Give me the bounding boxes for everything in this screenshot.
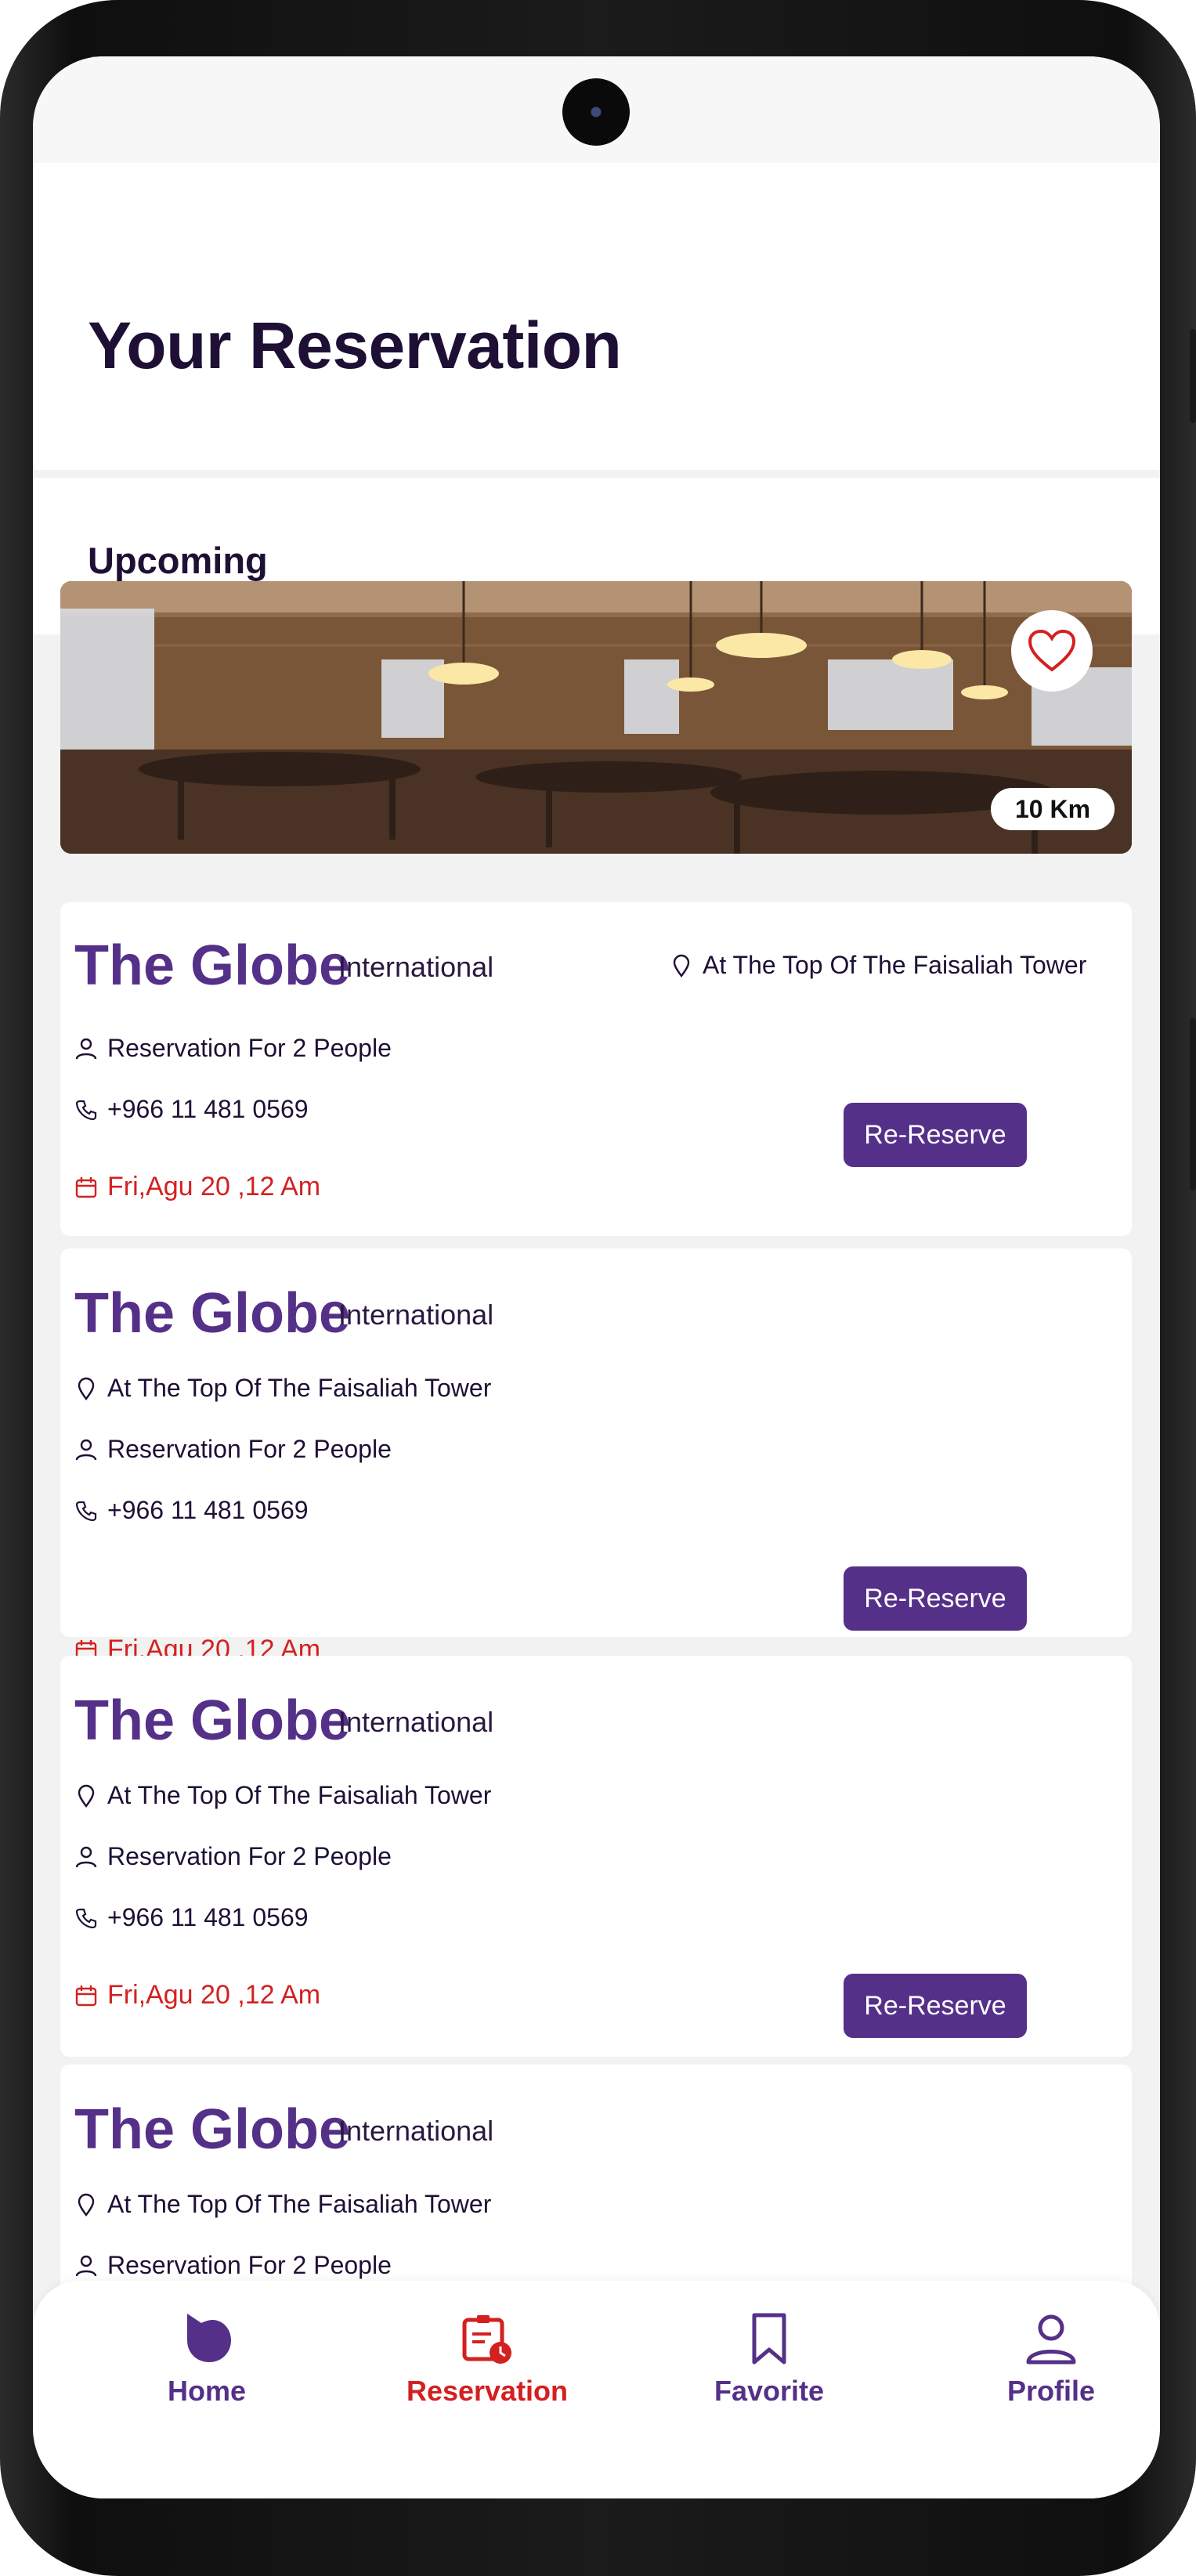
phone-text[interactable]: +966 11 481 0569 [107, 1095, 309, 1124]
bottom-navigation: Home Reservation Favorite Profile [33, 2281, 1160, 2498]
reservation-card[interactable]: The Globe International At The Top Of Th… [60, 1656, 1132, 2057]
people-text: Reservation For 2 People [107, 2251, 392, 2279]
calendar-icon [74, 1176, 98, 1199]
phone-icon [74, 1499, 98, 1523]
re-reserve-button[interactable]: Re-Reserve [844, 1103, 1027, 1167]
phone-icon [74, 1098, 98, 1122]
location-row: At The Top Of The Faisaliah Tower [74, 2190, 491, 2219]
date-row: Fri,Agu 20 ,12 Am [74, 1980, 320, 2011]
phone-text[interactable]: +966 11 481 0569 [107, 1496, 309, 1525]
cuisine-label: International [338, 2115, 494, 2147]
person-icon [74, 1438, 98, 1461]
heart-outline-icon [1028, 629, 1076, 672]
date-text: Fri,Agu 20 ,12 Am [107, 1172, 321, 1201]
person-icon [74, 1845, 98, 1869]
location-row: At The Top Of The Faisaliah Tower [74, 1374, 491, 1403]
date-row: Fri,Agu 20 ,12 Am [74, 1172, 320, 1202]
location-text: At The Top Of The Faisaliah Tower [107, 1781, 492, 1809]
cuisine-label: International [338, 1706, 494, 1738]
people-row: Reservation For 2 People [74, 1842, 392, 1871]
nav-favorite[interactable]: Favorite [667, 2312, 871, 2408]
home-icon [187, 2314, 231, 2362]
people-text: Reservation For 2 People [107, 1034, 392, 1062]
location-row: At The Top Of The Faisaliah Tower [670, 951, 1086, 980]
restaurant-name: The Globe [74, 1282, 351, 1345]
phone-row: +966 11 481 0569 [74, 1496, 309, 1525]
nav-reservation[interactable]: Reservation [385, 2312, 589, 2408]
person-icon [74, 1037, 98, 1060]
front-camera [562, 78, 630, 146]
phone-row: +966 11 481 0569 [74, 1903, 309, 1932]
phone-text[interactable]: +966 11 481 0569 [107, 1903, 309, 1932]
re-reserve-button[interactable]: Re-Reserve [844, 1974, 1027, 2038]
people-row: Reservation For 2 People [74, 2251, 392, 2280]
volume-button [1190, 329, 1196, 423]
people-text: Reservation For 2 People [107, 1842, 392, 1870]
re-reserve-button[interactable]: Re-Reserve [844, 1566, 1027, 1631]
page-header: Your Reservation [33, 163, 1160, 470]
calendar-icon [74, 1984, 98, 2007]
nav-favorite-label: Favorite [714, 2375, 825, 2407]
location-pin-icon [74, 2193, 98, 2217]
distance-badge: 10 Km [991, 788, 1115, 830]
phone-icon [74, 1906, 98, 1930]
status-bar [33, 56, 1160, 163]
nav-home[interactable]: Home [105, 2312, 309, 2408]
location-pin-icon [74, 1784, 98, 1808]
location-pin-icon [74, 1377, 98, 1400]
people-text: Reservation For 2 People [107, 1435, 392, 1463]
nav-profile[interactable]: Profile [949, 2312, 1153, 2408]
date-text: Fri,Agu 20 ,12 Am [107, 1980, 321, 2010]
reservation-card[interactable]: The Globe International At The Top Of Th… [60, 2065, 1132, 2300]
location-text: At The Top Of The Faisaliah Tower [107, 1374, 492, 1402]
restaurant-name: The Globe [74, 934, 351, 997]
section-title: Upcoming [88, 540, 268, 581]
device-frame: Your Reservation Upcoming 10 Km The Glob… [0, 0, 1196, 2576]
restaurant-interior-illustration [60, 581, 1132, 854]
nav-profile-label: Profile [1006, 2375, 1096, 2407]
restaurant-image[interactable]: 10 Km [60, 581, 1132, 854]
favorite-button[interactable] [1011, 610, 1093, 692]
location-text: At The Top Of The Faisaliah Tower [107, 2190, 492, 2218]
bookmark-icon [752, 2313, 786, 2365]
people-row: Reservation For 2 People [74, 1034, 392, 1063]
location-row: At The Top Of The Faisaliah Tower [74, 1781, 491, 1810]
nav-reservation-label: Reservation [406, 2375, 569, 2407]
restaurant-name: The Globe [74, 2098, 351, 2161]
power-button [1190, 1018, 1196, 1190]
location-text: At The Top Of The Faisaliah Tower [703, 951, 1087, 979]
restaurant-name: The Globe [74, 1689, 351, 1752]
reservation-card[interactable]: The Globe International At The Top Of Th… [60, 1248, 1132, 1637]
location-pin-icon [670, 954, 693, 977]
reservation-card[interactable]: The Globe International At The Top Of Th… [60, 902, 1132, 1236]
nav-home-label: Home [167, 2375, 247, 2407]
reservation-calendar-icon [462, 2315, 511, 2364]
people-row: Reservation For 2 People [74, 1435, 392, 1464]
profile-icon [1026, 2314, 1076, 2365]
page-title: Your Reservation [88, 309, 622, 382]
cuisine-label: International [338, 1299, 494, 1331]
screen: Your Reservation Upcoming 10 Km The Glob… [33, 56, 1160, 2498]
cuisine-label: International [338, 951, 494, 983]
phone-row: +966 11 481 0569 [74, 1095, 309, 1124]
person-icon [74, 2254, 98, 2278]
